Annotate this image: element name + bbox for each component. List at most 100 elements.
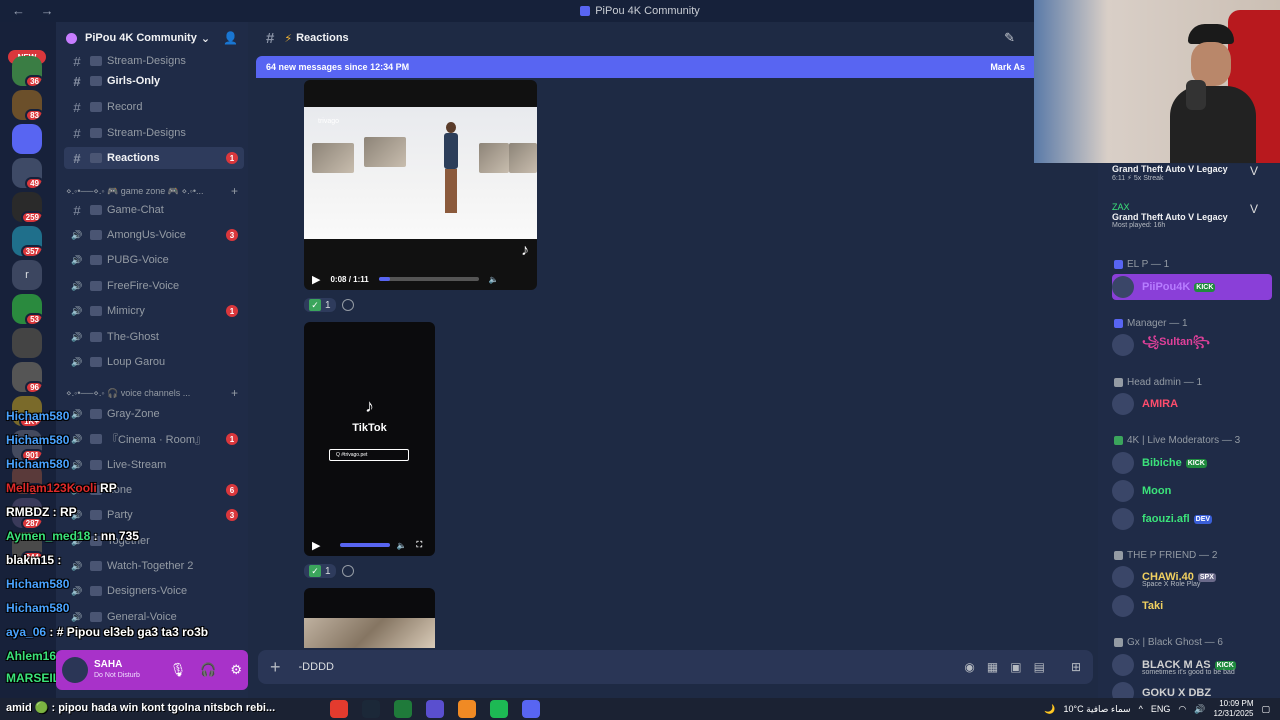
server-icon[interactable]: 36 — [12, 56, 42, 86]
member-item[interactable]: faouzi.afl DEV — [1112, 506, 1277, 532]
discord-icon[interactable] — [522, 700, 540, 718]
reaction-checkmark[interactable]: ✓ 1 — [304, 564, 336, 578]
reaction-checkmark[interactable]: ✓ 1 — [304, 298, 336, 312]
threads-icon[interactable]: ✎ — [1004, 30, 1015, 46]
game-activity[interactable]: Grand Theft Auto V Legacy 6:11 ⚡ 5x Strea… — [1112, 164, 1277, 182]
server-icon[interactable]: 53 — [12, 294, 42, 324]
avatar[interactable] — [62, 657, 88, 683]
video-attachment[interactable]: ♪ TikTok Q #trivago.pet ▶ 🔈 ⛶ — [304, 322, 435, 556]
member-item[interactable]: AMIRA — [1112, 391, 1277, 417]
wifi-icon[interactable]: ◠ — [1178, 704, 1186, 715]
volume-icon[interactable]: 🔈 — [396, 541, 406, 550]
channel-text-item[interactable]: # Game-Chat — [64, 199, 244, 221]
plus-icon[interactable]: + — [231, 386, 238, 400]
channel-label: Reactions — [107, 152, 160, 164]
play-icon[interactable]: ▶ — [312, 273, 320, 286]
room-thumbnail — [312, 143, 354, 173]
member-item[interactable]: Taki — [1112, 593, 1277, 619]
video-time: 0:08 / 1:11 — [330, 274, 369, 284]
category-game-zone[interactable]: ⋄.◦•──⋄.◦ 🎮 game zone 🎮 ⋄.◦•... + — [66, 184, 244, 198]
mark-as-read-button[interactable]: Mark As — [990, 62, 1025, 72]
channel-voice-item[interactable]: 🔊 Mimicry 1 — [64, 300, 244, 322]
new-messages-bar[interactable]: 64 new messages since 12:34 PM Mark As — [256, 56, 1035, 78]
role-group-header: Head admin — 1 — [1114, 377, 1202, 388]
clock[interactable]: 10:09 PM 12/31/2025 — [1213, 699, 1253, 719]
chevron-up-icon[interactable]: ^ — [1139, 704, 1143, 714]
member-item[interactable]: CHAWi.40 SPX Space X Role Play — [1112, 564, 1277, 590]
channel-voice-item[interactable]: 🔊 PUBG-Voice — [64, 249, 244, 271]
back-icon[interactable]: ← — [12, 3, 25, 18]
app-icon[interactable] — [426, 700, 444, 718]
notification-icon[interactable]: ▢ — [1261, 704, 1270, 715]
channel-voice-item[interactable]: 🔊 FreeFire-Voice — [64, 275, 244, 297]
app-icon[interactable] — [490, 700, 508, 718]
language-indicator[interactable]: ENG — [1151, 704, 1171, 714]
member-status: Space X Role Play — [1142, 581, 1201, 588]
server-avatar — [12, 124, 42, 154]
plus-icon[interactable]: + — [231, 184, 238, 198]
video-attachment[interactable] — [304, 588, 435, 648]
add-reaction-icon[interactable] — [341, 299, 354, 311]
channel-text-item[interactable]: # Record — [64, 96, 244, 118]
speaker-icon: 🔊 — [71, 305, 83, 316]
app-icon[interactable] — [458, 700, 476, 718]
server-icon[interactable]: 259 — [12, 192, 42, 222]
forward-icon[interactable]: → — [41, 3, 54, 18]
message-composer[interactable]: + -DDDD ◉ ▦ ▣ ▤ ⊞ — [258, 650, 1093, 684]
server-icon[interactable] — [12, 328, 42, 358]
channel-text-item[interactable]: # Girls-Only — [64, 70, 244, 92]
brave-icon[interactable] — [330, 700, 348, 718]
gear-icon[interactable]: ⚙ — [230, 662, 242, 678]
microphone-icon[interactable]: 🎙 — [170, 662, 187, 678]
channel-text-item[interactable]: # Stream-Designs — [64, 122, 244, 144]
volume-slider[interactable] — [340, 543, 391, 547]
channel-label: Loup Garou — [107, 356, 166, 368]
user-name: SAHA — [94, 659, 123, 670]
volume-icon[interactable]: 🔊 — [1194, 704, 1205, 715]
member-item[interactable]: Moon — [1112, 478, 1277, 504]
headphones-icon[interactable]: 🎧 — [200, 662, 216, 678]
video-attachment[interactable]: trivago ♪ ▶ 0:08 / 1:11 🔈 — [304, 80, 537, 290]
server-icon[interactable] — [12, 124, 42, 154]
channel-voice-item[interactable]: 🔊 AmongUs-Voice 3 — [64, 224, 244, 246]
member-name: AMIRA — [1142, 398, 1179, 410]
steam-icon[interactable] — [362, 700, 380, 718]
member-item[interactable]: ꧁Sultan꧂ — [1112, 332, 1277, 358]
member-item[interactable]: BLACK M AS KICK sometimes it's good to be … — [1112, 652, 1277, 678]
member-item[interactable]: Bibiche KICK — [1112, 450, 1277, 476]
server-icon[interactable]: r — [12, 260, 42, 290]
weather-text[interactable]: 10°C سماء صافية — [1064, 704, 1131, 715]
gif-icon[interactable]: ▦ — [987, 660, 998, 674]
gift-icon[interactable]: ◉ — [964, 660, 974, 674]
server-icon[interactable]: 83 — [12, 90, 42, 120]
channel-emoji-icon — [90, 102, 102, 112]
game-activity[interactable]: ZAX Grand Theft Auto V Legacy Most played:… — [1112, 202, 1277, 229]
composer-text[interactable]: -DDDD — [299, 661, 334, 673]
excel-icon[interactable] — [394, 700, 412, 718]
server-icon[interactable]: 96 — [12, 362, 42, 392]
volume-icon[interactable]: 🔈 — [489, 275, 499, 284]
channel-title: Reactions — [296, 32, 349, 44]
overlay-chat-message: : — [54, 553, 62, 567]
apps-icon[interactable]: ⊞ — [1071, 660, 1081, 674]
image-icon[interactable]: ▤ — [1034, 660, 1045, 674]
add-member-icon[interactable]: 👤 — [223, 31, 238, 45]
member-item[interactable]: GOKU X DBZ — [1112, 680, 1277, 698]
server-icon[interactable]: 49 — [12, 158, 42, 188]
attach-plus-icon[interactable]: + — [270, 657, 281, 678]
channel-text-item[interactable]: # Reactions 1 — [64, 147, 244, 169]
member-item[interactable]: PiiPou4K KICK — [1112, 274, 1272, 300]
add-reaction-icon[interactable] — [341, 565, 354, 577]
channel-voice-item[interactable]: 🔊 The-Ghost — [64, 326, 244, 348]
sticker-icon[interactable]: ▣ — [1010, 660, 1021, 674]
member-status: sometimes it's good to be bad — [1142, 669, 1235, 676]
role-icon — [1114, 638, 1123, 647]
play-icon[interactable]: ▶ — [312, 539, 320, 552]
channel-voice-item[interactable]: 🔊 Loup Garou — [64, 351, 244, 373]
fullscreen-icon[interactable]: ⛶ — [416, 540, 422, 550]
server-icon[interactable]: 357 — [12, 226, 42, 256]
channel-label: Girls-Only — [107, 75, 161, 87]
category-voice-channels[interactable]: ⋄.◦•──⋄.◦ 🎧 voice channels ... + — [66, 386, 244, 400]
channel-text-item[interactable]: # Stream-Designs — [64, 50, 244, 72]
video-progress-bar[interactable] — [378, 277, 479, 281]
